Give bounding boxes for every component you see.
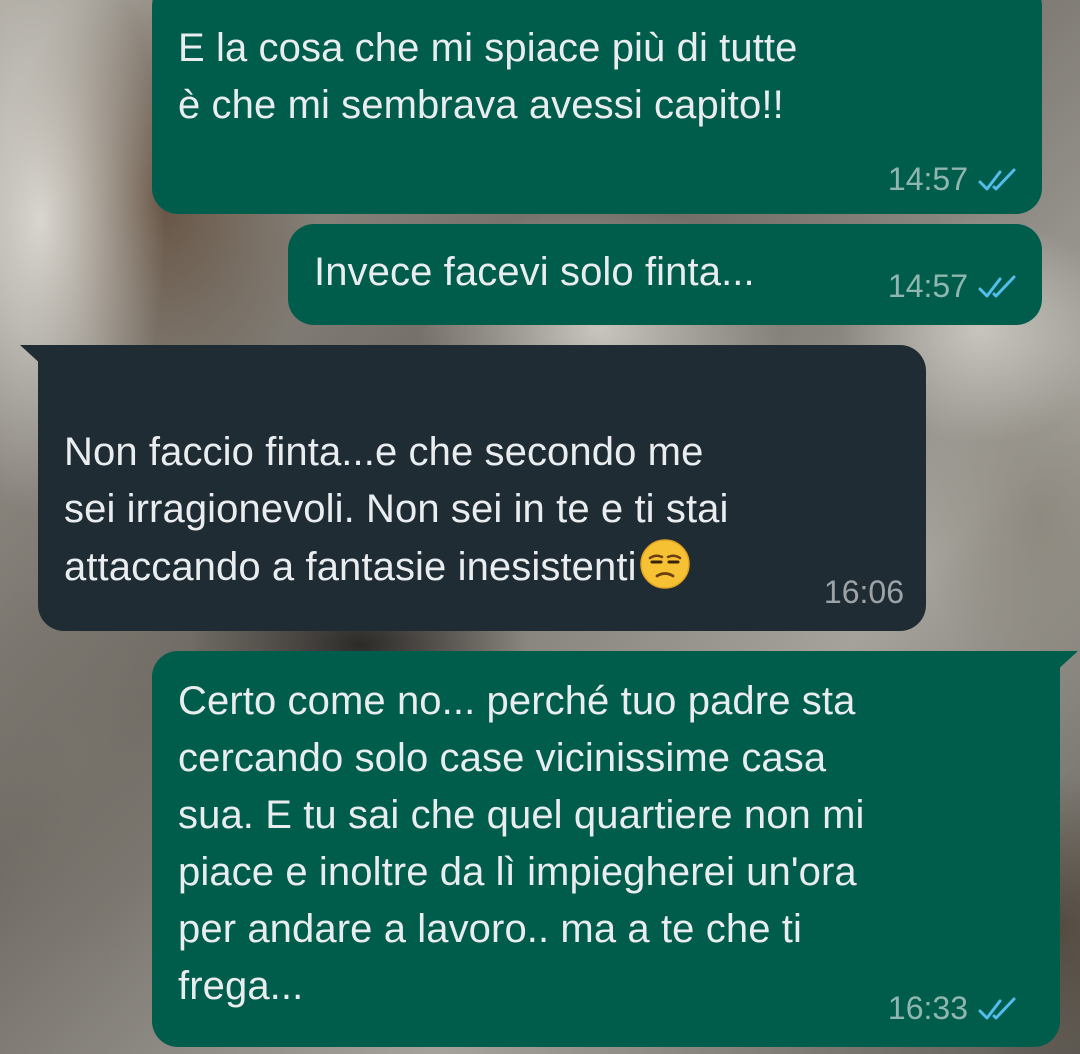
message-time: 14:57 xyxy=(887,268,968,304)
message-text: Invece facevi solo finta... xyxy=(314,250,755,294)
message-text: Certo come no... perché tuo padre sta ce… xyxy=(178,679,865,1008)
message-time: 14:57 xyxy=(887,161,968,197)
message-meta: 14:57 xyxy=(888,268,1020,305)
message-time: 16:06 xyxy=(823,574,904,610)
message-text: E la cosa che mi spiace più di tutte è c… xyxy=(178,26,798,127)
message-time: 16:33 xyxy=(887,990,968,1026)
message-bubble-outgoing[interactable]: E la cosa che mi spiace più di tutte è c… xyxy=(152,0,1042,214)
message-bubble-incoming[interactable]: Non faccio finta...e che secondo me sei … xyxy=(20,345,926,631)
bubble-tail xyxy=(1054,651,1078,673)
double-check-read-icon xyxy=(978,168,1016,190)
message-bubble-outgoing[interactable]: Invece facevi solo finta... 14:57 xyxy=(288,224,1042,325)
double-check-read-icon xyxy=(978,275,1016,297)
bubble-tail xyxy=(20,345,44,367)
message-bubble-outgoing[interactable]: Certo come no... perché tuo padre sta ce… xyxy=(152,651,1078,1047)
message-meta: 16:33 xyxy=(888,990,1020,1027)
message-meta: 16:06 xyxy=(824,574,904,611)
message-text-content: Non faccio finta...e che secondo me sei … xyxy=(64,430,729,589)
message-text: Non faccio finta...e che secondo me sei … xyxy=(64,367,729,596)
double-check-read-icon xyxy=(978,997,1016,1019)
message-meta: 14:57 xyxy=(888,161,1020,198)
unamused-face-icon xyxy=(639,539,690,589)
